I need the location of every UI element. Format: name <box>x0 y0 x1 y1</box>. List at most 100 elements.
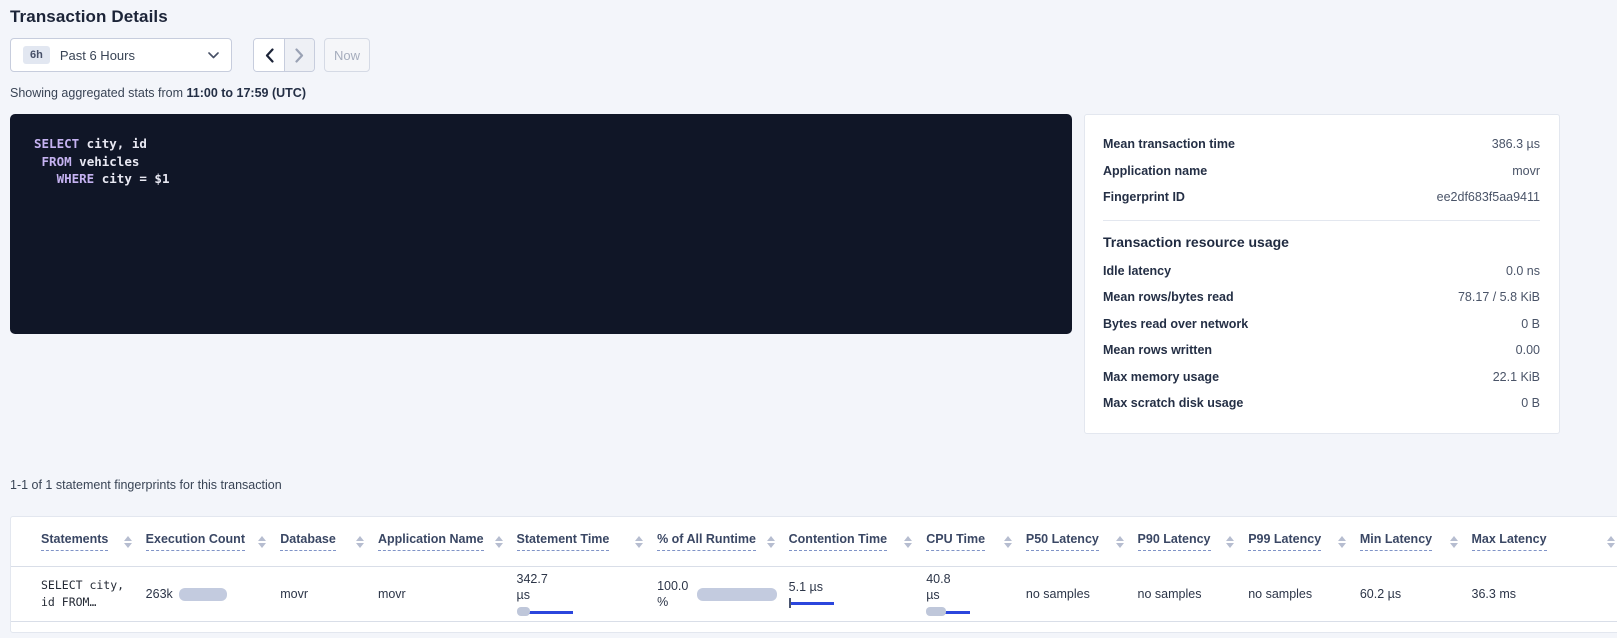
summary-row: Application name movr <box>1103 158 1540 185</box>
column-header-cpu-time[interactable]: CPU Time <box>926 532 1026 551</box>
resource-row: Idle latency 0.0 ns <box>1103 258 1540 285</box>
column-header-max-latency[interactable]: Max Latency <box>1472 532 1617 551</box>
resource-value: 0 B <box>1521 317 1540 331</box>
time-range-dropdown[interactable]: 6h Past 6 Hours <box>10 38 232 72</box>
resource-value: 0.0 ns <box>1506 264 1540 278</box>
aggregation-note: Showing aggregated stats from 11:00 to 1… <box>10 86 1617 100</box>
sql-statement-box: SELECT city, id FROM vehicles WHERE city… <box>10 114 1072 334</box>
sort-icon[interactable] <box>1116 536 1124 548</box>
statement-link[interactable]: SELECT city,id FROM… <box>41 577 146 611</box>
main-row: SELECT city, id FROM vehicles WHERE city… <box>10 114 1617 434</box>
summary-row: Mean transaction time 386.3 µs <box>1103 131 1540 158</box>
sort-icon[interactable] <box>904 536 912 548</box>
sort-icon[interactable] <box>1607 536 1615 548</box>
sort-icon[interactable] <box>1338 536 1346 548</box>
time-range-badge: 6h <box>23 46 50 64</box>
resource-label: Max scratch disk usage <box>1103 396 1243 410</box>
summary-value: movr <box>1512 164 1540 178</box>
cell-application-name: movr <box>378 587 517 601</box>
resource-value: 0 B <box>1521 396 1540 410</box>
resource-usage-title: Transaction resource usage <box>1103 234 1540 250</box>
sql-keyword: FROM <box>42 154 72 169</box>
sort-icon[interactable] <box>356 536 364 548</box>
column-header-p90-latency[interactable]: P90 Latency <box>1138 532 1249 551</box>
resource-label: Mean rows/bytes read <box>1103 290 1234 304</box>
sort-icon[interactable] <box>495 536 503 548</box>
time-nav-group <box>253 38 315 72</box>
time-range-label: Past 6 Hours <box>60 48 208 63</box>
resource-row: Mean rows written 0.00 <box>1103 337 1540 364</box>
cell-contention-time: 5.1 µs <box>789 580 927 608</box>
sort-icon[interactable] <box>124 536 132 548</box>
cell-min-latency: 60.2 µs <box>1360 587 1472 601</box>
summary-value: ee2df683f5aa9411 <box>1437 190 1540 204</box>
runtime-pct-bar <box>697 588 777 601</box>
resource-row: Max scratch disk usage 0 B <box>1103 390 1540 417</box>
cpu-time-bar <box>926 607 984 617</box>
previous-interval-button[interactable] <box>254 39 284 71</box>
statement-time-bar <box>517 607 575 617</box>
cell-p99-latency: no samples <box>1248 587 1360 601</box>
column-header-statements[interactable]: Statements <box>41 532 146 551</box>
sort-icon[interactable] <box>258 536 266 548</box>
statements-table: Statements Execution Count Database Appl… <box>10 516 1617 633</box>
cell-statement[interactable]: SELECT city,id FROM… <box>41 577 146 611</box>
column-header-p50-latency[interactable]: P50 Latency <box>1026 532 1138 551</box>
time-controls: 6h Past 6 Hours Now <box>10 38 1617 72</box>
sql-line: FROM vehicles <box>34 153 1048 171</box>
resource-label: Idle latency <box>1103 264 1171 278</box>
cell-statement-time: 342.7 µs <box>517 571 658 617</box>
column-header-runtime-pct[interactable]: % of All Runtime <box>657 532 789 551</box>
statements-count-caption: 1-1 of 1 statement fingerprints for this… <box>10 478 1617 492</box>
resource-value: 78.17 / 5.8 KiB <box>1458 290 1540 304</box>
cell-max-latency: 36.3 ms <box>1472 587 1617 601</box>
resource-row: Max memory usage 22.1 KiB <box>1103 364 1540 391</box>
resource-value: 0.00 <box>1516 343 1540 357</box>
sort-icon[interactable] <box>1450 536 1458 548</box>
column-header-p99-latency[interactable]: P99 Latency <box>1248 532 1360 551</box>
resource-label: Max memory usage <box>1103 370 1219 384</box>
aggregation-note-range: 11:00 to 17:59 (UTC) <box>187 86 306 100</box>
page-title: Transaction Details <box>10 7 1617 27</box>
resource-row: Bytes read over network 0 B <box>1103 311 1540 338</box>
summary-row: Fingerprint ID ee2df683f5aa9411 <box>1103 184 1540 211</box>
cell-runtime-pct: 100.0 % <box>657 578 789 610</box>
cell-cpu-time: 40.8 µs <box>926 571 1026 617</box>
sql-line: SELECT city, id <box>34 135 1048 153</box>
resource-row: Mean rows/bytes read 78.17 / 5.8 KiB <box>1103 284 1540 311</box>
resource-label: Bytes read over network <box>1103 317 1248 331</box>
contention-time-bar <box>789 598 847 608</box>
summary-label: Application name <box>1103 164 1207 178</box>
column-header-min-latency[interactable]: Min Latency <box>1360 532 1472 551</box>
sql-keyword: WHERE <box>57 171 95 186</box>
sql-keyword: SELECT <box>34 136 79 151</box>
cell-p90-latency: no samples <box>1138 587 1249 601</box>
sort-icon[interactable] <box>635 536 643 548</box>
sql-line: WHERE city = $1 <box>34 170 1048 188</box>
resource-label: Mean rows written <box>1103 343 1212 357</box>
table-row: SELECT city,id FROM… 263k movr movr 342.… <box>11 567 1617 622</box>
summary-label: Fingerprint ID <box>1103 190 1185 204</box>
column-header-database[interactable]: Database <box>280 532 378 551</box>
transaction-summary-panel: Mean transaction time 386.3 µs Applicati… <box>1084 114 1560 434</box>
column-header-application-name[interactable]: Application Name <box>378 532 517 551</box>
cell-execution-count: 263k <box>146 587 281 601</box>
column-header-contention-time[interactable]: Contention Time <box>789 532 927 551</box>
sort-icon[interactable] <box>1226 536 1234 548</box>
sort-icon[interactable] <box>767 536 775 548</box>
column-header-statement-time[interactable]: Statement Time <box>517 532 658 551</box>
column-header-execution-count[interactable]: Execution Count <box>146 532 281 551</box>
chevron-down-icon <box>208 52 219 59</box>
summary-label: Mean transaction time <box>1103 137 1235 151</box>
cell-p50-latency: no samples <box>1026 587 1138 601</box>
table-header-row: Statements Execution Count Database Appl… <box>11 517 1617 567</box>
now-button[interactable]: Now <box>324 38 370 72</box>
resource-value: 22.1 KiB <box>1493 370 1540 384</box>
aggregation-note-prefix: Showing aggregated stats from <box>10 86 187 100</box>
next-interval-button[interactable] <box>284 39 314 71</box>
summary-value: 386.3 µs <box>1492 137 1540 151</box>
sort-icon[interactable] <box>1004 536 1012 548</box>
transaction-details-page: Transaction Details 6h Past 6 Hours Now … <box>0 0 1617 638</box>
cell-database: movr <box>280 587 378 601</box>
execution-count-bar <box>179 588 227 601</box>
